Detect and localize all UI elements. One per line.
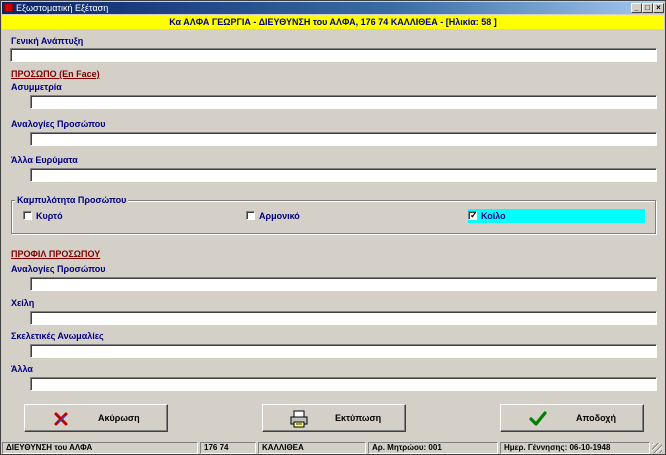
profile-other-label: Άλλα xyxy=(11,364,33,374)
status-city: ΚΑΛΛΙΘΕΑ xyxy=(258,442,366,454)
patient-banner: Κα ΑΛΦΑ ΓΕΩΡΓΙΑ - ΔΙΕΥΘΥΝΣΗ του ΑΛΦΑ, 17… xyxy=(2,15,664,29)
face-proportions-field[interactable] xyxy=(30,132,657,146)
profile-section-title: ΠΡΟΦΙΛ ΠΡΟΣΩΠΟΥ xyxy=(11,249,101,259)
profile-proportions-field[interactable] xyxy=(30,277,657,291)
checkmark-icon xyxy=(529,411,547,426)
accept-button[interactable]: Αποδοχή xyxy=(500,404,644,432)
face-section-title: ΠΡΟΣΩΠΟ (En Face) xyxy=(11,69,100,79)
exam-window: Εξωστοματική Εξέταση _ □ × Κα ΑΛΦΑ ΓΕΩΡΓ… xyxy=(0,0,666,455)
skeletal-field[interactable] xyxy=(30,344,657,358)
cancel-label: Ακύρωση xyxy=(98,413,140,423)
lips-label: Χείλη xyxy=(11,298,35,308)
minimize-button[interactable]: _ xyxy=(631,3,642,13)
app-icon xyxy=(4,3,13,12)
print-button[interactable]: Εκτύπωση xyxy=(262,404,406,432)
check-icon: ✓ xyxy=(470,210,478,220)
print-label: Εκτύπωση xyxy=(335,413,382,423)
status-bar: ΔΙΕΥΘΥΝΣΗ του ΑΛΦΑ 176 74 ΚΑΛΛΙΘΕΑ Αρ. Μ… xyxy=(2,441,664,454)
concave-label: Κοίλο xyxy=(481,211,506,221)
printer-icon xyxy=(290,410,308,428)
option-convex[interactable]: Κυρτό xyxy=(23,209,63,223)
profile-other-field[interactable] xyxy=(30,377,657,391)
convex-label: Κυρτό xyxy=(36,211,63,221)
general-field[interactable] xyxy=(10,48,657,62)
profile-proportions-label: Αναλογίες Προσώπου xyxy=(11,264,106,274)
status-registry: Αρ. Μητρώου: 001 xyxy=(368,442,498,454)
window-title: Εξωστοματική Εξέταση xyxy=(16,3,109,13)
cancel-x-icon xyxy=(54,412,68,426)
curvature-group-title: Καμπυλότητα Προσώπου xyxy=(15,195,129,205)
maximize-icon: □ xyxy=(645,3,650,12)
asymmetry-field[interactable] xyxy=(30,95,657,109)
asymmetry-label: Ασυμμετρία xyxy=(11,82,62,92)
close-button[interactable]: × xyxy=(653,3,664,13)
cancel-button[interactable]: Ακύρωση xyxy=(24,404,168,432)
status-address: ΔΙΕΥΘΥΝΣΗ του ΑΛΦΑ xyxy=(2,442,198,454)
general-label: Γενική Ανάπτυξη xyxy=(11,36,84,46)
other-findings-label: Άλλα Ευρύματα xyxy=(11,155,78,165)
other-findings-field[interactable] xyxy=(30,168,657,182)
accept-label: Αποδοχή xyxy=(576,413,616,423)
resize-grip[interactable] xyxy=(652,443,662,453)
harmonic-checkbox[interactable] xyxy=(246,211,255,220)
status-birthdate: Ημερ. Γέννησης: 06-10-1948 xyxy=(500,442,650,454)
status-zip: 176 74 xyxy=(200,442,256,454)
harmonic-label: Αρμονικό xyxy=(259,211,300,221)
option-harmonic[interactable]: Αρμονικό xyxy=(246,209,300,223)
lips-field[interactable] xyxy=(30,311,657,325)
face-proportions-label: Αναλογίες Προσώπου xyxy=(11,119,106,129)
maximize-button[interactable]: □ xyxy=(642,3,653,13)
convex-checkbox[interactable] xyxy=(23,211,32,220)
minimize-icon: _ xyxy=(634,3,639,12)
concave-checkbox[interactable]: ✓ xyxy=(468,210,478,220)
skeletal-label: Σκελετικές Ανωμαλίες xyxy=(11,331,104,341)
close-icon: × xyxy=(656,3,661,12)
title-bar[interactable]: Εξωστοματική Εξέταση _ □ × xyxy=(2,2,664,14)
option-concave[interactable]: ✓ Κοίλο xyxy=(468,209,645,223)
